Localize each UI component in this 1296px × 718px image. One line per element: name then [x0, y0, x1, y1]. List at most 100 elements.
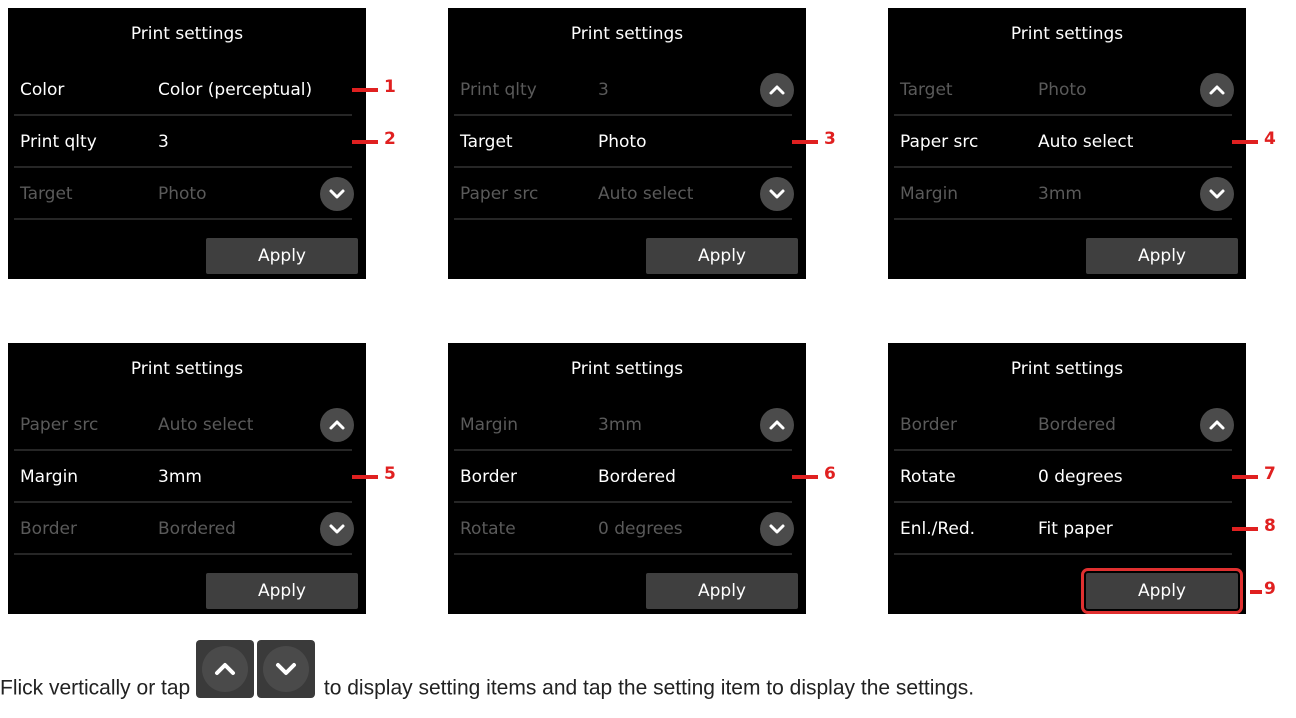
- setting-value: Auto select: [158, 415, 254, 435]
- setting-value: Photo: [598, 132, 647, 152]
- setting-label: Margin: [460, 415, 519, 435]
- setting-value: Photo: [158, 184, 207, 204]
- setting-value: 3: [158, 132, 169, 152]
- setting-value: 0 degrees: [1038, 467, 1123, 487]
- setting-label: Border: [20, 519, 77, 539]
- chevron-down-icon: [329, 189, 345, 199]
- setting-item-margin[interactable]: Margin 3mm: [8, 451, 366, 503]
- apply-button[interactable]: Apply: [206, 573, 358, 609]
- chevron-down-icon: [769, 189, 785, 199]
- setting-label: Target: [900, 80, 953, 100]
- chevron-up-icon: [329, 420, 345, 430]
- setting-label: Color: [20, 80, 65, 100]
- print-settings-panel-4: Print settings Paper src Auto select Mar…: [8, 343, 366, 614]
- scroll-down-button[interactable]: [760, 177, 794, 211]
- setting-value: Bordered: [1038, 415, 1116, 435]
- callout-line-4: [1232, 140, 1258, 144]
- scroll-up-button[interactable]: [760, 73, 794, 107]
- scroll-down-button[interactable]: [760, 512, 794, 546]
- callout-line-9: [1250, 590, 1262, 594]
- scroll-up-button[interactable]: [1200, 73, 1234, 107]
- setting-value: Auto select: [1038, 132, 1134, 152]
- print-settings-panel-3: Print settings Target Photo Paper src Au…: [888, 8, 1246, 279]
- instruction-after: to display setting items and tap the set…: [323, 676, 975, 700]
- setting-value: 0 degrees: [598, 519, 683, 539]
- setting-item-margin[interactable]: Margin 3mm: [448, 399, 806, 451]
- setting-label: Paper src: [900, 132, 979, 152]
- divider: [14, 553, 352, 555]
- setting-value: Auto select: [598, 184, 694, 204]
- setting-label: Rotate: [900, 467, 956, 487]
- scroll-down-button[interactable]: [320, 512, 354, 546]
- panel-title: Print settings: [130, 24, 244, 44]
- callout-number-1: 1: [384, 77, 396, 97]
- chevron-down-icon: [329, 524, 345, 534]
- setting-item-margin[interactable]: Margin 3mm: [888, 168, 1246, 220]
- divider: [894, 553, 1232, 555]
- setting-item-paper-src[interactable]: Paper src Auto select: [448, 168, 806, 220]
- setting-value: Fit paper: [1038, 519, 1113, 539]
- setting-item-border[interactable]: Border Bordered: [888, 399, 1246, 451]
- setting-label: Border: [900, 415, 957, 435]
- print-settings-panel-5: Print settings Margin 3mm Border Bordere…: [448, 343, 806, 614]
- setting-item-print-qlty[interactable]: Print qlty 3: [8, 116, 366, 168]
- callout-number-6: 6: [824, 464, 836, 484]
- setting-value: 3mm: [1038, 184, 1082, 204]
- callout-line-7: [1232, 475, 1258, 479]
- setting-item-target[interactable]: Target Photo: [888, 64, 1246, 116]
- panel-title: Print settings: [130, 359, 244, 379]
- setting-label: Enl./Red.: [900, 519, 976, 539]
- setting-value: Photo: [1038, 80, 1087, 100]
- setting-item-border[interactable]: Border Bordered: [448, 451, 806, 503]
- scroll-down-example: [257, 640, 316, 698]
- chevron-up-icon: [1209, 85, 1225, 95]
- apply-button[interactable]: Apply: [1081, 568, 1243, 614]
- setting-value: 3mm: [158, 467, 202, 487]
- instruction-before: Flick vertically or tap: [0, 676, 191, 700]
- apply-button[interactable]: Apply: [646, 573, 798, 609]
- divider: [894, 218, 1232, 220]
- setting-label: Target: [460, 132, 513, 152]
- setting-item-target[interactable]: Target Photo: [448, 116, 806, 168]
- divider: [454, 218, 792, 220]
- scroll-up-button[interactable]: [1200, 408, 1234, 442]
- apply-button[interactable]: Apply: [1086, 238, 1238, 274]
- scroll-up-button[interactable]: [320, 408, 354, 442]
- callout-number-9: 9: [1264, 579, 1276, 599]
- setting-item-rotate[interactable]: Rotate 0 degrees: [448, 503, 806, 555]
- apply-button[interactable]: Apply: [206, 238, 358, 274]
- callout-line-1: [352, 88, 378, 92]
- scroll-down-button[interactable]: [320, 177, 354, 211]
- setting-value: Color (perceptual): [158, 80, 313, 100]
- setting-item-print-qlty[interactable]: Print qlty 3: [448, 64, 806, 116]
- setting-item-paper-src[interactable]: Paper src Auto select: [888, 116, 1246, 168]
- chevron-up-icon: [1209, 420, 1225, 430]
- chevron-up-icon: [769, 420, 785, 430]
- callout-number-4: 4: [1264, 129, 1276, 149]
- setting-value: 3mm: [598, 415, 642, 435]
- callout-number-5: 5: [384, 464, 396, 484]
- chevron-down-icon: [769, 524, 785, 534]
- setting-item-rotate[interactable]: Rotate 0 degrees: [888, 451, 1246, 503]
- apply-button[interactable]: Apply: [646, 238, 798, 274]
- setting-item-paper-src[interactable]: Paper src Auto select: [8, 399, 366, 451]
- print-settings-panel-2: Print settings Print qlty 3 Target Photo…: [448, 8, 806, 279]
- instruction-text: Flick vertically or tap to display setti…: [0, 640, 975, 718]
- callout-line-3: [792, 140, 818, 144]
- setting-label: Rotate: [460, 519, 516, 539]
- setting-value: 3: [598, 80, 609, 100]
- scroll-up-button[interactable]: [760, 408, 794, 442]
- callout-line-8: [1232, 527, 1258, 531]
- scroll-down-button[interactable]: [1200, 177, 1234, 211]
- divider: [454, 553, 792, 555]
- setting-item-target[interactable]: Target Photo: [8, 168, 366, 220]
- setting-label: Margin: [900, 184, 959, 204]
- chevron-down-icon: [276, 663, 297, 675]
- setting-label: Border: [460, 467, 517, 487]
- setting-item-enl-red[interactable]: Enl./Red. Fit paper: [888, 503, 1246, 555]
- setting-item-color[interactable]: Color Color (perceptual): [8, 64, 366, 116]
- setting-label: Paper src: [20, 415, 99, 435]
- setting-label: Print qlty: [20, 132, 97, 152]
- setting-label: Target: [20, 184, 73, 204]
- setting-item-border[interactable]: Border Bordered: [8, 503, 366, 555]
